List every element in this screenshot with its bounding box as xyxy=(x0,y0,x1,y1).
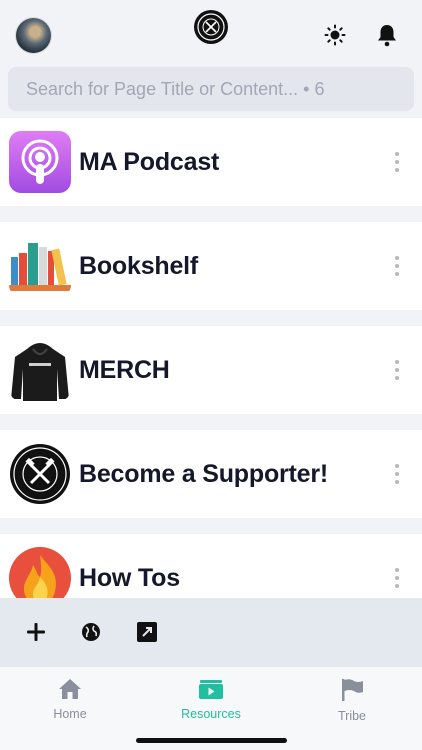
resources-screen: MA Podcast Bookshelf xyxy=(0,0,422,750)
tab-resources[interactable]: Resources xyxy=(156,677,266,725)
play-folder-icon xyxy=(199,680,223,699)
mens-alliance-logo xyxy=(194,10,228,44)
avatar[interactable] xyxy=(16,18,51,53)
plus-icon[interactable] xyxy=(24,620,48,644)
page-title: Become a Supporter! xyxy=(79,459,329,488)
page-title: MA Podcast xyxy=(79,147,220,176)
external-link-icon[interactable] xyxy=(135,620,159,644)
more-options-icon[interactable] xyxy=(390,358,404,382)
more-options-icon[interactable] xyxy=(390,462,404,486)
page-title: Bookshelf xyxy=(79,251,199,280)
page-card-bookshelf[interactable]: Bookshelf xyxy=(0,222,422,310)
page-card-merch[interactable]: MERCH xyxy=(0,326,422,414)
page-list: MA Podcast Bookshelf MERCH Become a Supp… xyxy=(0,118,422,598)
search-bar[interactable] xyxy=(8,67,414,111)
tab-tribe[interactable]: Tribe xyxy=(297,677,407,725)
home-indicator xyxy=(136,738,287,743)
more-options-icon[interactable] xyxy=(390,254,404,278)
sun-icon[interactable] xyxy=(322,22,348,48)
flag-icon xyxy=(342,679,363,701)
bell-icon[interactable] xyxy=(374,22,400,48)
fire-icon xyxy=(9,547,71,598)
tab-label: Home xyxy=(53,707,87,721)
page-card-ma-podcast[interactable]: MA Podcast xyxy=(0,118,422,206)
hoodie-icon xyxy=(9,339,71,401)
tab-label: Resources xyxy=(181,707,241,721)
page-title: MERCH xyxy=(79,355,170,384)
search-input[interactable] xyxy=(26,78,396,100)
page-actions-toolbar xyxy=(0,598,422,666)
page-card-become-a-supporter[interactable]: Become a Supporter! xyxy=(0,430,422,518)
more-options-icon[interactable] xyxy=(390,566,404,590)
page-title: How Tos xyxy=(79,563,180,592)
podcast-icon xyxy=(9,131,71,193)
home-icon xyxy=(59,679,81,699)
books-icon xyxy=(9,235,71,297)
tab-home[interactable]: Home xyxy=(15,677,125,725)
more-options-icon[interactable] xyxy=(390,150,404,174)
page-card-how-tos[interactable]: How Tos xyxy=(0,534,422,598)
mens-alliance-badge xyxy=(9,443,71,505)
top-bar xyxy=(0,0,422,62)
tab-label: Tribe xyxy=(337,709,366,723)
globe-icon[interactable] xyxy=(79,620,103,644)
